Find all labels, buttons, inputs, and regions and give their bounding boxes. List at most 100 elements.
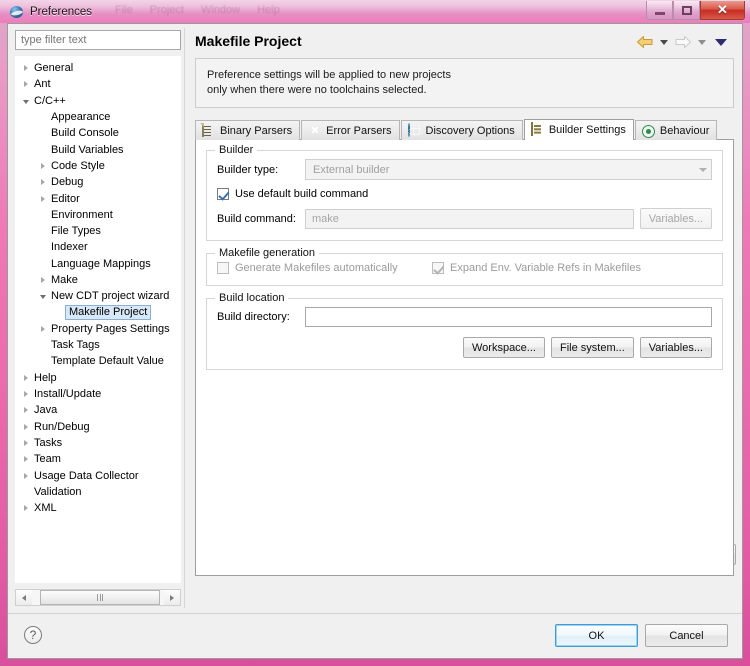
sidebar-item-label: Team <box>34 453 61 466</box>
makefile-generation-group: Makefile generation Generate Makefiles a… <box>206 247 723 286</box>
minimize-button[interactable] <box>646 1 673 20</box>
build-command-variables-button[interactable]: Variables... <box>639 208 712 229</box>
globe-icon <box>407 122 422 138</box>
expand-chevron-right-icon[interactable] <box>36 322 49 335</box>
expand-chevron-right-icon[interactable] <box>19 502 32 515</box>
sidebar-item-property-pages-settings[interactable]: Property Pages Settings <box>15 321 181 337</box>
page-content: Preference settings will be applied to n… <box>195 58 734 608</box>
ghost-menu-item: Window <box>200 4 241 16</box>
scrollbar-track[interactable] <box>32 590 164 605</box>
sidebar-item-makefile-project[interactable]: Makefile Project <box>15 304 181 321</box>
build-location-variables-button[interactable]: Variables... <box>639 337 712 358</box>
sidebar-item-xml[interactable]: XML <box>15 500 181 516</box>
sidebar-item-label: Usage Data Collector <box>34 469 139 482</box>
sidebar-item-file-types[interactable]: File Types <box>15 223 181 239</box>
sidebar-item-label: Validation <box>34 485 82 498</box>
scroll-left-arrow[interactable] <box>16 590 32 605</box>
sidebar-item-editor[interactable]: Editor <box>15 190 181 206</box>
search-input[interactable] <box>15 30 181 50</box>
collapse-chevron-down-icon[interactable] <box>36 290 49 303</box>
sidebar-item-template-default-value[interactable]: Template Default Value <box>15 353 181 369</box>
tab-bar: Binary Parsers Error Parsers Discovery O… <box>195 119 734 140</box>
preferences-tree[interactable]: General Ant C/C++ Appearance Build Console Bu… <box>15 56 181 583</box>
expand-chevron-right-icon[interactable] <box>19 371 32 384</box>
cancel-button[interactable]: Cancel <box>645 624 728 647</box>
sidebar-item-environment[interactable]: Environment <box>15 207 181 223</box>
sidebar-item-tasks[interactable]: Tasks <box>15 435 181 451</box>
sidebar-item-label: Editor <box>51 192 80 205</box>
sidebar-item-code-style[interactable]: Code Style <box>15 158 181 174</box>
sidebar-item-general[interactable]: General <box>15 60 181 76</box>
tab-binary-parsers[interactable]: Binary Parsers <box>195 120 301 140</box>
sidebar-item-java[interactable]: Java <box>15 402 181 418</box>
maximize-button[interactable] <box>673 1 700 20</box>
sidebar-item-team[interactable]: Team <box>15 451 181 467</box>
file-system-button[interactable]: File system... <box>550 337 634 358</box>
sidebar-item-new-cdt-project-wizard[interactable]: New CDT project wizard <box>15 288 181 304</box>
sidebar-item-help[interactable]: Help <box>15 370 181 386</box>
help-icon[interactable]: ? <box>24 626 42 644</box>
ok-button[interactable]: OK <box>555 624 638 647</box>
sidebar-item-run-debug[interactable]: Run/Debug <box>15 419 181 435</box>
sidebar-item-label: Make <box>51 274 78 286</box>
expand-chevron-right-icon[interactable] <box>19 62 32 75</box>
sidebar-item-make[interactable]: Make <box>15 272 181 288</box>
back-history-chevron-down-icon[interactable] <box>660 39 668 45</box>
collapse-chevron-down-icon[interactable] <box>19 94 32 107</box>
tab-error-parsers[interactable]: Error Parsers <box>301 120 400 140</box>
expand-chevron-right-icon[interactable] <box>19 469 32 482</box>
build-location-buttons: Workspace... File system... Variables... <box>217 337 712 358</box>
builder-type-select[interactable]: External builder <box>305 159 712 180</box>
tab-discovery-options[interactable]: Discovery Options <box>400 120 523 140</box>
info-message: Preference settings will be applied to n… <box>195 58 734 108</box>
sidebar-item-debug[interactable]: Debug <box>15 174 181 190</box>
tab-behaviour[interactable]: Behaviour <box>634 120 718 140</box>
sidebar-item-ant[interactable]: Ant <box>15 76 181 92</box>
sidebar-item-appearance[interactable]: Appearance <box>15 109 181 125</box>
build-command-input[interactable]: make <box>305 208 634 229</box>
radio-icon <box>642 124 656 138</box>
build-directory-input[interactable] <box>305 307 712 327</box>
expand-chevron-right-icon[interactable] <box>19 420 32 433</box>
sidebar-item-build-console[interactable]: Build Console <box>15 125 181 141</box>
back-arrow-icon[interactable] <box>636 35 654 49</box>
expand-chevron-right-icon[interactable] <box>36 192 49 205</box>
expand-chevron-right-icon[interactable] <box>19 453 32 466</box>
eclipse-icon <box>10 5 24 19</box>
sidebar-item-label: Help <box>34 371 57 384</box>
builder-group: Builder Builder type: External builder U… <box>206 144 723 241</box>
tab-label: Builder Settings <box>548 124 626 136</box>
document-icon <box>202 122 216 138</box>
scroll-right-arrow[interactable] <box>164 590 180 605</box>
sidebar-item-usage-data-collector[interactable]: Usage Data Collector <box>15 467 181 483</box>
expand-chevron-right-icon[interactable] <box>36 159 49 172</box>
expand-env-variable-refs-checkbox[interactable]: Expand Env. Variable Refs in Makefiles <box>432 262 641 274</box>
sidebar-item-task-tags[interactable]: Task Tags <box>15 337 181 353</box>
scrollbar-thumb[interactable] <box>40 590 160 605</box>
workspace-button[interactable]: Workspace... <box>462 337 545 358</box>
sidebar-item-c-c[interactable]: C/C++ <box>15 93 181 109</box>
sidebar-item-validation[interactable]: Validation <box>15 484 181 500</box>
expand-chevron-right-icon[interactable] <box>19 78 32 91</box>
tab-builder-settings[interactable]: Builder Settings <box>523 119 634 140</box>
use-default-build-command-checkbox[interactable]: Use default build command <box>217 188 368 200</box>
footer-buttons: OK Cancel <box>555 624 728 647</box>
expand-chevron-right-icon[interactable] <box>19 436 32 449</box>
page-menu-chevron-down-icon[interactable] <box>715 38 727 46</box>
tree-horizontal-scrollbar[interactable] <box>15 589 181 606</box>
sidebar-item-build-variables[interactable]: Build Variables <box>15 141 181 157</box>
expand-chevron-right-icon[interactable] <box>36 274 49 287</box>
close-button[interactable]: ✕ <box>700 1 745 20</box>
expand-chevron-right-icon[interactable] <box>19 388 32 401</box>
ghost-menu-item: File <box>115 4 133 16</box>
expand-chevron-right-icon[interactable] <box>36 176 49 189</box>
panel-divider <box>184 28 185 608</box>
sidebar-item-install-update[interactable]: Install/Update <box>15 386 181 402</box>
sidebar-item-language-mappings[interactable]: Language Mappings <box>15 256 181 272</box>
sidebar-item-indexer[interactable]: Indexer <box>15 239 181 255</box>
generate-makefiles-checkbox[interactable]: Generate Makefiles automatically <box>217 262 432 274</box>
expand-chevron-right-icon[interactable] <box>19 404 32 417</box>
